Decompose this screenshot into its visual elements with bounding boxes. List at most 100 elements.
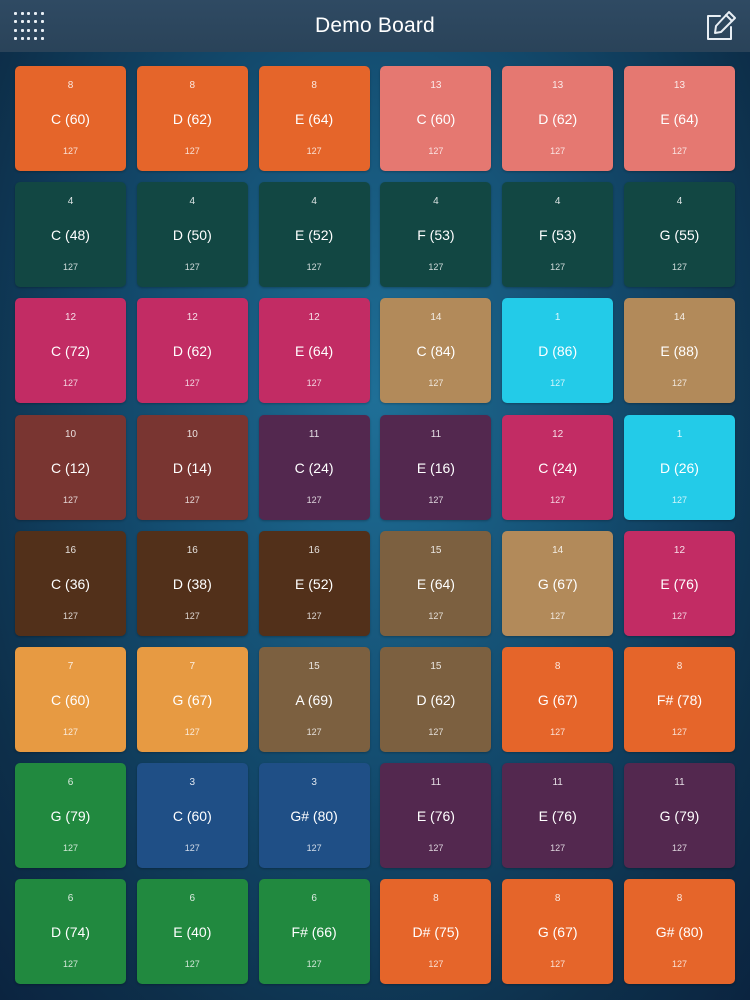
pad-note: D (26): [660, 459, 699, 476]
pad[interactable]: 16 E (52) 127: [258, 530, 370, 636]
pad[interactable]: 6 D (74) 127: [15, 879, 126, 985]
pad[interactable]: 11 E (76) 127: [502, 763, 614, 869]
pad-note: C (60): [51, 111, 90, 127]
pad-velocity: 127: [428, 959, 444, 970]
pad[interactable]: 11 G (79) 127: [623, 763, 735, 869]
pad-note: E (76): [538, 808, 577, 825]
pad-channel: 6: [67, 777, 74, 789]
pad-velocity: 127: [62, 610, 79, 621]
pad-velocity: 127: [550, 146, 566, 156]
pad[interactable]: 11 C (24) 127: [258, 414, 370, 520]
pad[interactable]: 8 C (60) 127: [15, 66, 126, 171]
pad-velocity: 127: [306, 378, 322, 389]
pad-channel: 13: [552, 80, 564, 91]
pad-channel: 16: [186, 544, 198, 556]
pad-note: C (36): [51, 575, 90, 592]
pad-note: C (60): [416, 111, 456, 127]
pad-velocity: 127: [62, 843, 79, 854]
pad[interactable]: 12 D (62) 127: [136, 298, 248, 404]
pad[interactable]: 13 C (60) 127: [380, 66, 492, 171]
pad[interactable]: 15 E (64) 127: [380, 530, 492, 636]
pad-channel: 4: [433, 196, 439, 208]
pad[interactable]: 8 F# (78) 127: [623, 646, 735, 752]
pad[interactable]: 8 E (64) 127: [258, 66, 370, 171]
pad-channel: 11: [430, 777, 442, 789]
pad[interactable]: 12 C (72) 127: [15, 298, 126, 404]
pad-note: C (60): [51, 691, 90, 708]
pad[interactable]: 16 C (36) 127: [15, 530, 126, 636]
pad-grid: 8C (60) 127 8 D (62) 127 8 E (64) 127 13 C (60) 12…: [15, 66, 735, 985]
pad-note: G (67): [172, 691, 213, 708]
pad-velocity: 127: [671, 726, 687, 737]
pad[interactable]: 12 E (64) 127: [258, 298, 370, 404]
pad[interactable]: 8 G# (80) 127: [623, 879, 735, 985]
pad[interactable]: 4 F (53) 127: [380, 182, 492, 288]
pad-velocity: 127: [550, 610, 566, 621]
pad[interactable]: 4 D (50) 127: [136, 182, 248, 288]
pad-channel: 14: [552, 544, 564, 556]
pad-velocity: 127: [671, 610, 687, 621]
pad-channel: 8: [67, 80, 74, 91]
pad-velocity: 127: [62, 146, 79, 156]
pad[interactable]: 10 C (12) 127: [15, 414, 126, 520]
pad[interactable]: 13 D (62) 127: [502, 66, 614, 171]
pad[interactable]: 11 E (76) 127: [380, 763, 492, 869]
pad-velocity: 127: [184, 146, 200, 156]
pad[interactable]: 7 C (60) 127: [15, 646, 126, 752]
pad-channel: 14: [673, 312, 686, 324]
pad-note: C (12): [51, 459, 90, 476]
pad-note: E (40): [173, 924, 212, 941]
pad[interactable]: 16 D (38) 127: [136, 530, 248, 636]
pad-note: E (88): [660, 343, 699, 360]
pad[interactable]: 6 E (40) 127: [136, 879, 248, 985]
pad-note: E (64): [295, 111, 334, 127]
pad[interactable]: 3 C (60) 127: [136, 763, 248, 869]
pad-channel: 4: [554, 196, 561, 208]
pad[interactable]: 13 E (64) 127: [623, 66, 735, 171]
pad[interactable]: 14 G (67) 127: [502, 530, 614, 636]
pad[interactable]: 14 C (84) 127: [380, 298, 492, 404]
pad-note: E (52): [295, 227, 334, 244]
pad-velocity: 127: [184, 262, 200, 273]
pad-note: G# (80): [655, 924, 704, 941]
pad-note: E (16): [416, 459, 455, 476]
pad[interactable]: 12 C (24) 127: [502, 414, 614, 520]
pad[interactable]: 1 D (86) 127: [502, 298, 614, 404]
pad-channel: 8: [311, 80, 317, 91]
pad-velocity: 127: [306, 146, 322, 156]
pad[interactable]: 6 G (79) 127: [15, 763, 126, 869]
pad-note: G (67): [537, 924, 578, 941]
pad[interactable]: 15 D (62) 127: [380, 646, 492, 752]
pad[interactable]: 3 G# (80) 127: [258, 763, 370, 869]
pad[interactable]: 7 G (67) 127: [136, 646, 248, 752]
pad[interactable]: 6 F# (66) 127: [258, 879, 370, 985]
pad[interactable]: 14 E (88) 127: [623, 298, 735, 404]
pad[interactable]: 4 F (53) 127: [502, 182, 614, 288]
pad[interactable]: 4 E (52) 127: [258, 182, 370, 288]
pad[interactable]: 8 D (62) 127: [136, 66, 248, 171]
pad[interactable]: 4 C (48) 127: [15, 182, 126, 288]
pad[interactable]: 11 E (16) 127: [380, 414, 492, 520]
pad-velocity: 127: [62, 378, 79, 389]
pad[interactable]: 1 D (26) 127: [623, 414, 735, 520]
pad[interactable]: 12 E (76) 127: [623, 530, 735, 636]
pad[interactable]: 8 G (67) 127: [502, 646, 614, 752]
pad-note: D (74): [51, 924, 90, 941]
pad-channel: 10: [186, 428, 198, 440]
pad-channel: 8: [554, 893, 561, 905]
pad-velocity: 127: [184, 378, 200, 389]
pad-channel: 13: [673, 80, 686, 91]
pad-velocity: 127: [671, 262, 687, 273]
pad[interactable]: 4 G (55) 127: [623, 182, 735, 288]
grid-menu-icon[interactable]: [12, 9, 46, 43]
pad[interactable]: 15 A (69) 127: [258, 646, 370, 752]
pad[interactable]: 8 G (67) 127: [502, 879, 614, 985]
edit-icon[interactable]: [704, 9, 738, 43]
pad-channel: 10: [64, 428, 77, 440]
pad[interactable]: 8 D# (75) 127: [380, 879, 492, 985]
pad-channel: 8: [433, 893, 439, 905]
pad-velocity: 127: [671, 843, 687, 854]
pad-velocity: 127: [184, 843, 200, 854]
pad-velocity: 127: [428, 262, 444, 273]
pad[interactable]: 10 D (14) 127: [136, 414, 248, 520]
